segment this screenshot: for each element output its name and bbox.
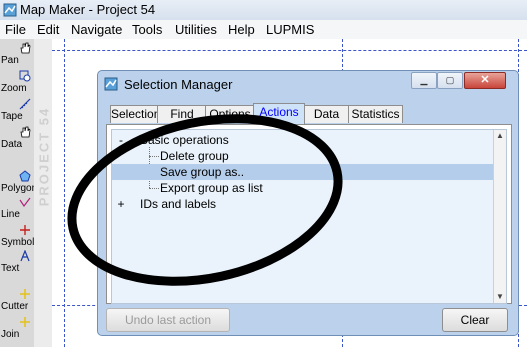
close-button[interactable]: ✕ — [464, 72, 506, 89]
window-title-bar: Map Maker - Project 54 — [0, 0, 527, 20]
tool-join[interactable]: Join — [0, 315, 34, 341]
join-icon — [20, 317, 30, 327]
tool-tape[interactable]: Tape — [0, 97, 34, 123]
scroll-up-icon[interactable]: ▲ — [494, 130, 506, 142]
menu-utilities[interactable]: Utilities — [175, 22, 217, 37]
tool-data[interactable]: Data — [0, 125, 34, 151]
clear-button[interactable]: Clear — [442, 308, 508, 332]
menu-tools[interactable]: Tools — [132, 22, 162, 37]
tree-item-export-group-as-list[interactable]: Export group as list — [112, 180, 494, 196]
minimize-button[interactable]: ▁ — [411, 72, 437, 89]
text-icon — [20, 250, 30, 262]
polygon-icon — [19, 170, 31, 182]
grid-line — [64, 39, 65, 347]
tab-find[interactable]: Find — [157, 105, 207, 123]
menu-bar: File Edit Navigate Tools Utilities Help … — [0, 20, 527, 40]
tool-line[interactable]: Line — [0, 195, 34, 221]
app-icon — [3, 3, 17, 17]
tree-item-delete-group[interactable]: Delete group — [112, 148, 494, 164]
data-icon — [20, 126, 31, 138]
actions-tree[interactable]: - Basic operations Delete group Save gro… — [111, 129, 507, 304]
undo-last-action-button[interactable]: Undo last action — [106, 308, 230, 332]
minimize-icon: ▁ — [420, 75, 428, 85]
zoom-icon — [19, 70, 31, 82]
tree-scrollbar[interactable]: ▲ ▼ — [493, 130, 506, 303]
menu-edit[interactable]: Edit — [37, 22, 59, 37]
expand-toggle[interactable]: + — [116, 196, 126, 212]
tool-pan[interactable]: Pan — [0, 41, 34, 67]
maximize-icon: ▢ — [445, 75, 455, 85]
cutter-icon — [20, 289, 30, 299]
hand-icon — [20, 42, 31, 54]
project-watermark: PROJECT 54 — [36, 106, 52, 207]
selection-manager-dialog: Selection Manager ▁ ▢ ✕ Selection Find O… — [97, 70, 519, 336]
scroll-down-icon[interactable]: ▼ — [494, 291, 506, 303]
menu-help[interactable]: Help — [228, 22, 255, 37]
tool-cutter[interactable]: Cutter — [0, 287, 34, 313]
dialog-app-icon — [104, 77, 118, 91]
maximize-button[interactable]: ▢ — [437, 72, 463, 89]
symbol-icon — [20, 225, 30, 235]
tab-statistics[interactable]: Statistics — [348, 105, 403, 123]
actions-panel: - Basic operations Delete group Save gro… — [106, 124, 512, 304]
dialog-title: Selection Manager — [124, 77, 233, 92]
menu-navigate[interactable]: Navigate — [71, 22, 122, 37]
tab-options[interactable]: Options — [205, 105, 255, 123]
line-icon — [19, 197, 31, 208]
tab-data[interactable]: Data — [303, 105, 350, 123]
tape-icon — [19, 98, 31, 110]
tool-palette: Pan Zoom Tape Data Polygon Line Symbol T… — [0, 39, 37, 347]
menu-lupmis[interactable]: LUPMIS — [266, 22, 314, 37]
close-icon: ✕ — [480, 74, 490, 86]
collapse-toggle[interactable]: - — [116, 132, 126, 148]
tool-text[interactable]: Text — [0, 249, 34, 275]
tree-node-basic-operations[interactable]: - Basic operations — [112, 132, 494, 148]
tree-node-ids-and-labels[interactable]: + IDs and labels — [112, 196, 494, 212]
menu-file[interactable]: File — [5, 22, 26, 37]
tool-zoom[interactable]: Zoom — [0, 69, 34, 95]
tab-actions[interactable]: Actions — [253, 103, 305, 124]
window-title: Map Maker - Project 54 — [20, 2, 156, 17]
project-watermark-strip: PROJECT 54 — [34, 39, 52, 347]
tree-item-save-group-as[interactable]: Save group as.. — [112, 164, 494, 180]
tab-selection[interactable]: Selection — [110, 105, 160, 123]
tool-symbol[interactable]: Symbol — [0, 223, 34, 249]
tool-polygon[interactable]: Polygon — [0, 169, 37, 195]
grid-line — [52, 50, 527, 51]
